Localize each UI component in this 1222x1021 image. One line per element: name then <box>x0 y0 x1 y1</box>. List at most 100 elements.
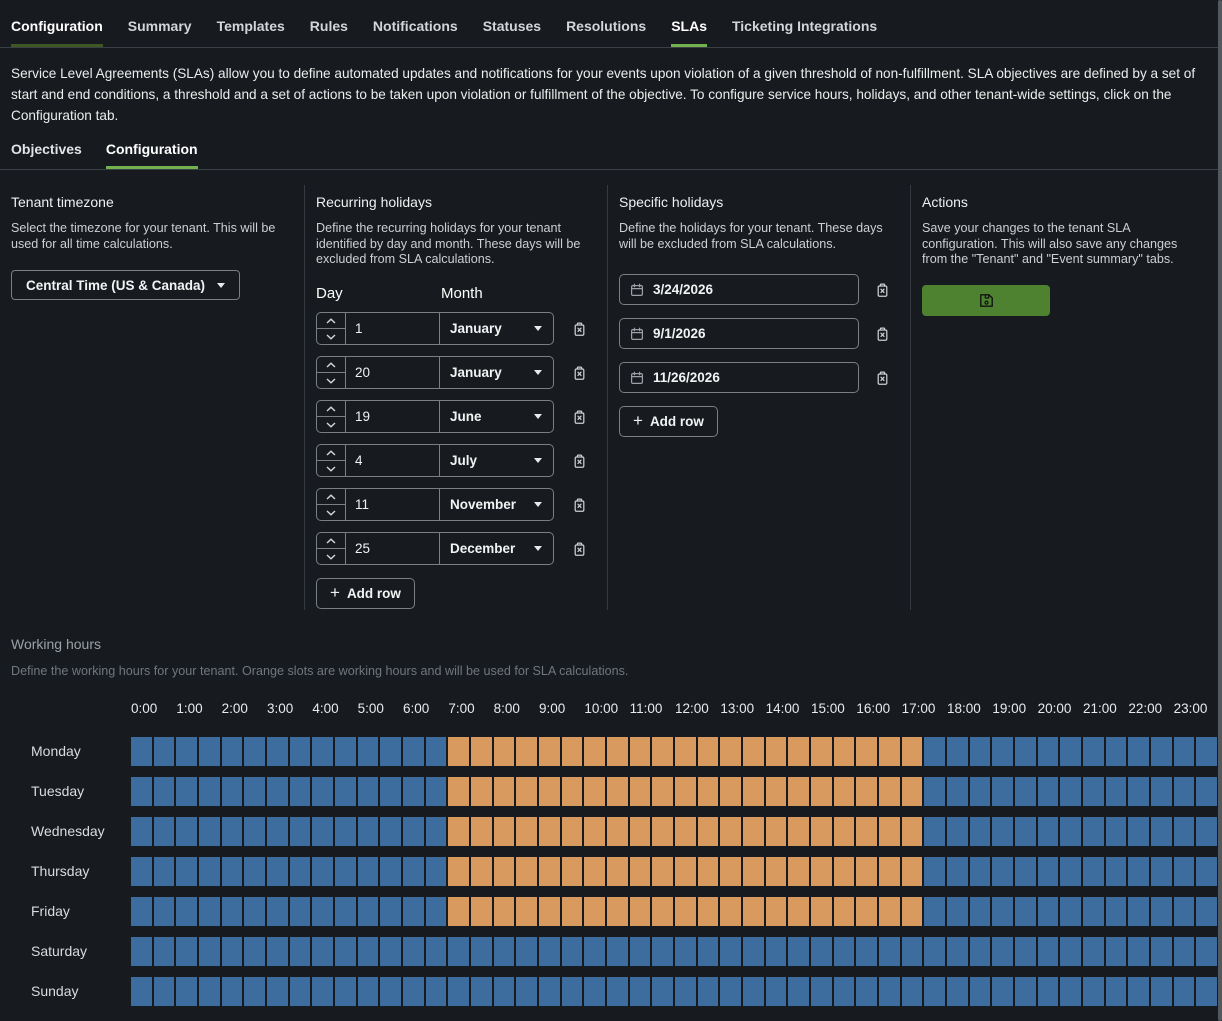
working-hour-slot[interactable] <box>902 737 923 766</box>
working-hour-slot[interactable] <box>516 737 537 766</box>
working-hour-slot[interactable] <box>743 937 764 966</box>
working-hour-slot[interactable] <box>1060 977 1081 1006</box>
working-hour-slot[interactable] <box>290 737 311 766</box>
working-hour-slot[interactable] <box>1128 777 1149 806</box>
working-hour-slot[interactable] <box>244 937 265 966</box>
working-hour-slot[interactable] <box>1106 857 1127 886</box>
working-hour-slot[interactable] <box>562 977 583 1006</box>
working-hour-slot[interactable] <box>335 777 356 806</box>
tab-configuration[interactable]: Configuration <box>11 18 103 47</box>
working-hour-slot[interactable] <box>290 937 311 966</box>
working-hour-slot[interactable] <box>652 977 673 1006</box>
working-hour-slot[interactable] <box>358 977 379 1006</box>
working-hour-slot[interactable] <box>403 777 424 806</box>
stepper-up-button[interactable] <box>317 489 345 505</box>
working-hour-slot[interactable] <box>698 817 719 846</box>
working-hour-slot[interactable] <box>1060 777 1081 806</box>
working-hour-slot[interactable] <box>244 817 265 846</box>
working-hour-slot[interactable] <box>290 777 311 806</box>
working-hour-slot[interactable] <box>358 897 379 926</box>
working-hour-slot[interactable] <box>607 897 628 926</box>
working-hour-slot[interactable] <box>947 937 968 966</box>
working-hour-slot[interactable] <box>584 737 605 766</box>
delete-row-button[interactable] <box>572 409 587 425</box>
working-hour-slot[interactable] <box>1106 817 1127 846</box>
working-hour-slot[interactable] <box>244 977 265 1006</box>
working-hour-slot[interactable] <box>516 857 537 886</box>
working-hour-slot[interactable] <box>698 937 719 966</box>
working-hour-slot[interactable] <box>1196 817 1217 846</box>
working-hour-slot[interactable] <box>471 937 492 966</box>
working-hour-slot[interactable] <box>970 817 991 846</box>
working-hour-slot[interactable] <box>1151 777 1172 806</box>
working-hour-slot[interactable] <box>312 777 333 806</box>
working-hour-slot[interactable] <box>902 977 923 1006</box>
working-hour-slot[interactable] <box>924 817 945 846</box>
working-hour-slot[interactable] <box>539 897 560 926</box>
working-hour-slot[interactable] <box>1038 777 1059 806</box>
tab-resolutions[interactable]: Resolutions <box>566 18 646 47</box>
tab-statuses[interactable]: Statuses <box>483 18 541 47</box>
working-hour-slot[interactable] <box>1083 897 1104 926</box>
working-hour-slot[interactable] <box>290 857 311 886</box>
working-hour-slot[interactable] <box>811 737 832 766</box>
working-hour-slot[interactable] <box>199 897 220 926</box>
working-hour-slot[interactable] <box>494 937 515 966</box>
working-hour-slot[interactable] <box>788 737 809 766</box>
working-hour-slot[interactable] <box>879 897 900 926</box>
day-input[interactable]: 11 <box>346 489 439 520</box>
working-hour-slot[interactable] <box>1083 857 1104 886</box>
working-hour-slot[interactable] <box>630 817 651 846</box>
working-hour-slot[interactable] <box>902 897 923 926</box>
working-hour-slot[interactable] <box>1151 897 1172 926</box>
working-hour-slot[interactable] <box>1128 937 1149 966</box>
working-hour-slot[interactable] <box>856 937 877 966</box>
working-hour-slot[interactable] <box>1128 897 1149 926</box>
working-hour-slot[interactable] <box>516 897 537 926</box>
working-hour-slot[interactable] <box>426 937 447 966</box>
working-hour-slot[interactable] <box>222 777 243 806</box>
working-hour-slot[interactable] <box>516 937 537 966</box>
working-hour-slot[interactable] <box>1038 977 1059 1006</box>
working-hour-slot[interactable] <box>1060 937 1081 966</box>
working-hour-slot[interactable] <box>834 737 855 766</box>
working-hour-slot[interactable] <box>176 977 197 1006</box>
working-hour-slot[interactable] <box>448 937 469 966</box>
working-hour-slot[interactable] <box>244 897 265 926</box>
working-hour-slot[interactable] <box>788 897 809 926</box>
working-hour-slot[interactable] <box>222 977 243 1006</box>
working-hour-slot[interactable] <box>494 737 515 766</box>
tab-slas[interactable]: SLAs <box>671 18 707 47</box>
delete-row-button[interactable] <box>875 326 890 342</box>
working-hour-slot[interactable] <box>1015 897 1036 926</box>
working-hour-slot[interactable] <box>1174 737 1195 766</box>
working-hour-slot[interactable] <box>312 817 333 846</box>
working-hour-slot[interactable] <box>358 777 379 806</box>
working-hour-slot[interactable] <box>652 857 673 886</box>
stepper-up-button[interactable] <box>317 313 345 329</box>
tab-configuration-sub[interactable]: Configuration <box>106 141 198 169</box>
timezone-dropdown[interactable]: Central Time (US & Canada) <box>11 270 240 300</box>
working-hour-slot[interactable] <box>630 737 651 766</box>
working-hour-slot[interactable] <box>267 737 288 766</box>
add-specific-holiday-button[interactable]: + Add row <box>619 406 718 437</box>
working-hour-slot[interactable] <box>471 817 492 846</box>
stepper-up-button[interactable] <box>317 445 345 461</box>
working-hour-slot[interactable] <box>856 857 877 886</box>
working-hour-slot[interactable] <box>426 897 447 926</box>
working-hour-slot[interactable] <box>471 737 492 766</box>
working-hour-slot[interactable] <box>358 817 379 846</box>
working-hour-slot[interactable] <box>1151 817 1172 846</box>
working-hour-slot[interactable] <box>1060 737 1081 766</box>
working-hour-slot[interactable] <box>856 817 877 846</box>
working-hour-slot[interactable] <box>199 737 220 766</box>
working-hour-slot[interactable] <box>403 737 424 766</box>
working-hour-slot[interactable] <box>584 817 605 846</box>
working-hour-slot[interactable] <box>834 817 855 846</box>
delete-row-button[interactable] <box>572 541 587 557</box>
working-hour-slot[interactable] <box>1038 737 1059 766</box>
working-hour-slot[interactable] <box>924 977 945 1006</box>
working-hour-slot[interactable] <box>811 777 832 806</box>
working-hour-slot[interactable] <box>244 777 265 806</box>
working-hour-slot[interactable] <box>630 897 651 926</box>
